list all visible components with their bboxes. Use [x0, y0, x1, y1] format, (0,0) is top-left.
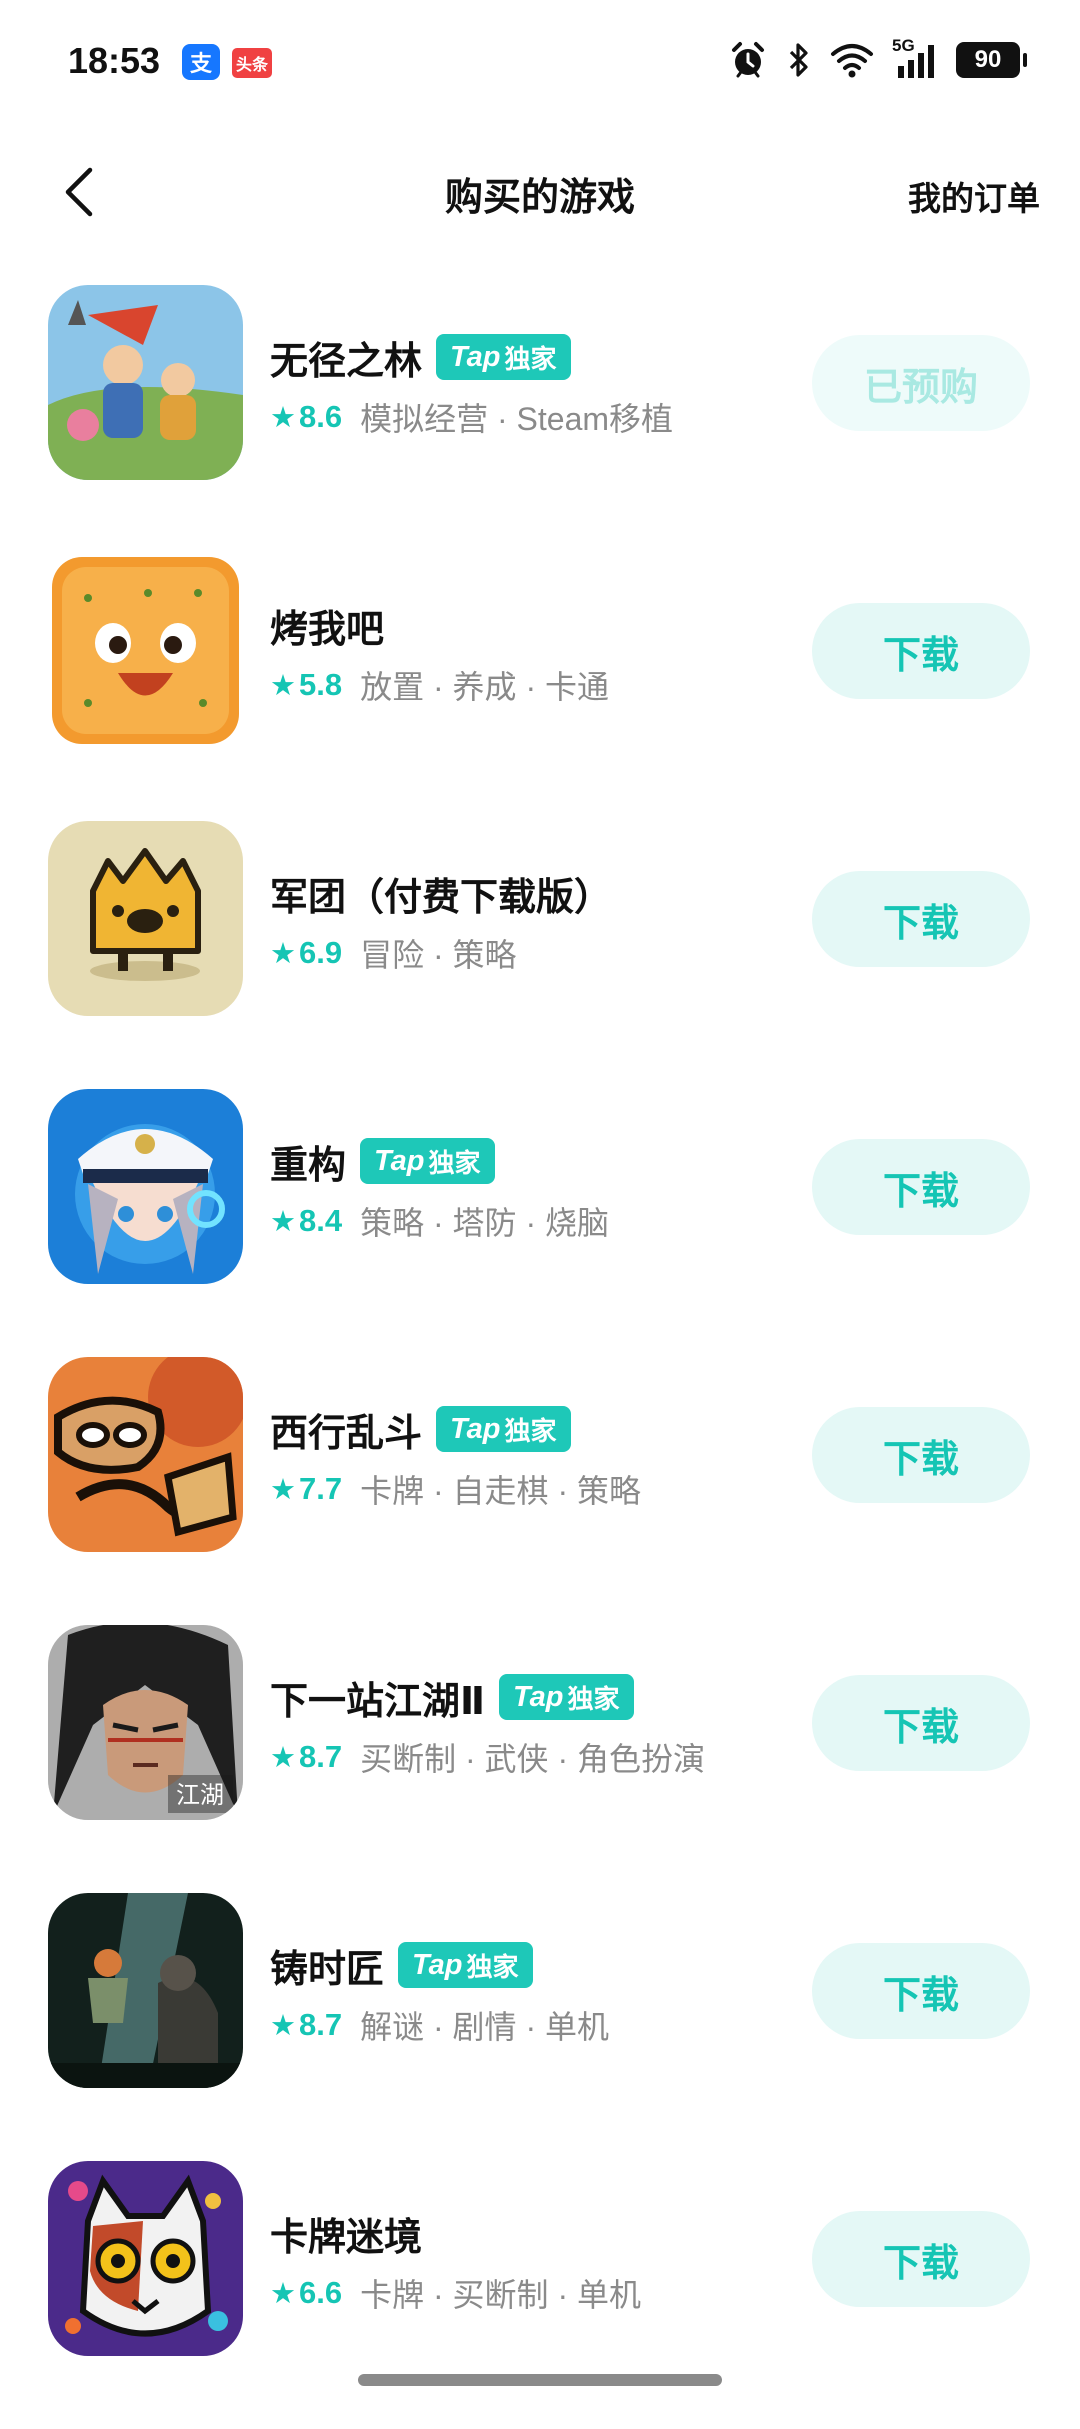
tap-exclusive-badge: Tap 独家	[398, 1942, 533, 1988]
game-rating: ★ 7.7	[270, 1471, 343, 1506]
game-tags: 卡牌 · 自走棋 · 策略	[360, 1473, 641, 1509]
game-tags: 冒险 · 策略	[360, 937, 517, 973]
game-rating: ★ 8.7	[270, 2007, 343, 2042]
header: 购买的游戏 我的订单	[0, 150, 1080, 240]
download-button[interactable]: 下载	[812, 1139, 1030, 1235]
game-title: 重构	[270, 1144, 347, 1187]
toutiao-notification-icon: 头条	[232, 48, 272, 78]
game-title: 铸时匠	[270, 1948, 385, 1991]
game-icon-xiayizhanjianghu2[interactable]: 江湖	[48, 1625, 243, 1820]
download-button[interactable]: 下载	[812, 1407, 1030, 1503]
game-row[interactable]: 江湖 下一站江湖Ⅱ Tap 独家 ★ 8.7 买断制 · 武侠 · 角色扮演 下载	[0, 1625, 1080, 1893]
game-icon-chonggou[interactable]	[48, 1089, 243, 1284]
game-rating: ★ 5.8	[270, 667, 343, 702]
my-orders-link[interactable]: 我的订单	[908, 172, 1040, 220]
download-button[interactable]: 下载	[812, 2211, 1030, 2307]
download-button[interactable]: 下载	[812, 871, 1030, 967]
game-rating: ★ 8.6	[270, 399, 343, 434]
game-row[interactable]: 西行乱斗 Tap 独家 ★ 7.7 卡牌 · 自走棋 · 策略 下载	[0, 1357, 1080, 1625]
tap-exclusive-badge: Tap 独家	[436, 1406, 571, 1452]
game-title: 烤我吧	[270, 608, 385, 651]
game-row[interactable]: 重构 Tap 独家 ★ 8.4 策略 · 塔防 · 烧脑 下载	[0, 1089, 1080, 1357]
star-icon: ★	[270, 401, 296, 434]
game-icon-xixingluandou[interactable]	[48, 1357, 243, 1552]
game-row[interactable]: 卡牌迷境 ★ 6.6 卡牌 · 买断制 · 单机 下载	[0, 2161, 1080, 2429]
purchased-games-list: 无径之林 Tap 独家 ★ 8.6 模拟经营 · Steam移植 已预购 烤我吧…	[0, 285, 1080, 2429]
star-icon: ★	[270, 1473, 296, 1506]
game-row[interactable]: 无径之林 Tap 独家 ★ 8.6 模拟经营 · Steam移植 已预购	[0, 285, 1080, 553]
status-bar: 18:53 支 头条 5G 90	[0, 0, 1080, 120]
game-icon-kaowoba[interactable]	[48, 553, 243, 748]
download-button[interactable]: 下载	[812, 1943, 1030, 2039]
tap-exclusive-badge: Tap 独家	[499, 1674, 634, 1720]
game-icon-kapaimijing[interactable]	[48, 2161, 243, 2356]
game-title: 无径之林	[270, 340, 423, 383]
game-icon-wujingzhilin[interactable]	[48, 285, 243, 480]
game-tags: 解谜 · 剧情 · 单机	[360, 2009, 609, 2045]
star-icon: ★	[270, 937, 296, 970]
game-title: 西行乱斗	[270, 1412, 423, 1455]
game-title: 军团（付费下载版）	[270, 876, 613, 919]
alarm-icon	[732, 42, 764, 78]
battery-icon: 90	[956, 42, 1027, 78]
star-icon: ★	[270, 2277, 296, 2310]
game-row[interactable]: 铸时匠 Tap 独家 ★ 8.7 解谜 · 剧情 · 单机 下载	[0, 1893, 1080, 2161]
tap-exclusive-badge: Tap 独家	[436, 334, 571, 380]
game-rating: ★ 8.4	[270, 1203, 343, 1238]
download-button[interactable]: 下载	[812, 1675, 1030, 1771]
game-tags: 放置 · 养成 · 卡通	[360, 669, 609, 705]
game-title: 卡牌迷境	[270, 2216, 423, 2259]
star-icon: ★	[270, 1741, 296, 1774]
game-tags: 模拟经营 · Steam移植	[360, 401, 674, 437]
star-icon: ★	[270, 1205, 296, 1238]
bluetooth-icon	[789, 43, 808, 77]
game-rating: ★ 6.9	[270, 935, 343, 970]
tap-exclusive-badge: Tap 独家	[360, 1138, 495, 1184]
signal-icon: 5G	[892, 36, 938, 80]
game-row[interactable]: 烤我吧 ★ 5.8 放置 · 养成 · 卡通 下载	[0, 553, 1080, 821]
star-icon: ★	[270, 669, 296, 702]
game-tags: 买断制 · 武侠 · 角色扮演	[360, 1741, 705, 1777]
jianghu-calligraphy: 江湖	[176, 1781, 224, 1809]
game-title: 下一站江湖Ⅱ	[270, 1680, 486, 1723]
game-tags: 策略 · 塔防 · 烧脑	[360, 1205, 609, 1241]
home-indicator[interactable]	[358, 2374, 722, 2386]
download-button[interactable]: 下载	[812, 603, 1030, 699]
game-rating: ★ 6.6	[270, 2275, 343, 2310]
game-icon-juntuan[interactable]	[48, 821, 243, 1016]
game-row[interactable]: 军团（付费下载版） ★ 6.9 冒险 · 策略 下载	[0, 821, 1080, 1089]
game-tags: 卡牌 · 买断制 · 单机	[360, 2277, 641, 2313]
alipay-notification-icon: 支	[182, 44, 220, 80]
wifi-icon	[831, 44, 873, 78]
status-time: 18:53	[68, 40, 161, 81]
star-icon: ★	[270, 2009, 296, 2042]
game-icon-zhushijiang[interactable]	[48, 1893, 243, 2088]
preordered-button[interactable]: 已预购	[812, 335, 1030, 431]
game-rating: ★ 8.7	[270, 1739, 343, 1774]
